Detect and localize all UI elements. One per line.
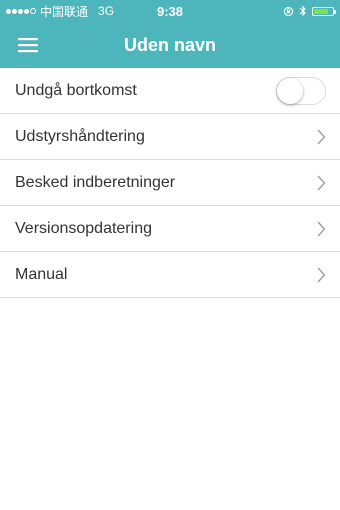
hamburger-menu-icon (18, 38, 38, 53)
settings-row-udstyrshandtering[interactable]: Udstyrshåndtering (0, 114, 340, 160)
settings-row-label: Manual (15, 265, 68, 283)
settings-row-label: Undgå bortkomst (15, 81, 137, 99)
settings-row-versionsopdatering[interactable]: Versionsopdatering (0, 206, 340, 252)
settings-row-manual[interactable]: Manual (0, 252, 340, 297)
status-right (283, 5, 336, 17)
settings-row-label: Udstyrshåndtering (15, 127, 145, 145)
chevron-right-icon (317, 267, 326, 282)
anti-loss-toggle[interactable] (276, 76, 326, 105)
chevron-right-icon (317, 221, 326, 236)
app-header: 中国联通 3G 9:38 Uden navn (0, 0, 340, 68)
toggle-knob (277, 77, 303, 104)
menu-button[interactable] (6, 22, 50, 68)
settings-row-label: Versionsopdatering (15, 219, 152, 237)
page-title: Uden navn (123, 34, 216, 55)
settings-row-label: Besked indberetninger (15, 173, 176, 191)
status-bar: 中国联通 3G 9:38 (0, 0, 340, 22)
settings-row-undga-bortkomst: Undgå bortkomst (0, 68, 340, 114)
bluetooth-icon (299, 5, 306, 17)
battery-level (314, 8, 329, 14)
battery-icon (312, 6, 336, 16)
settings-list: Undgå bortkomst Udstyrshåndtering Besked… (0, 68, 340, 298)
settings-row-besked-indberetninger[interactable]: Besked indberetninger (0, 160, 340, 206)
chevron-right-icon (317, 175, 326, 190)
chevron-right-icon (317, 129, 326, 144)
navigation-bar: Uden navn (0, 22, 340, 68)
orientation-lock-icon (283, 6, 294, 16)
